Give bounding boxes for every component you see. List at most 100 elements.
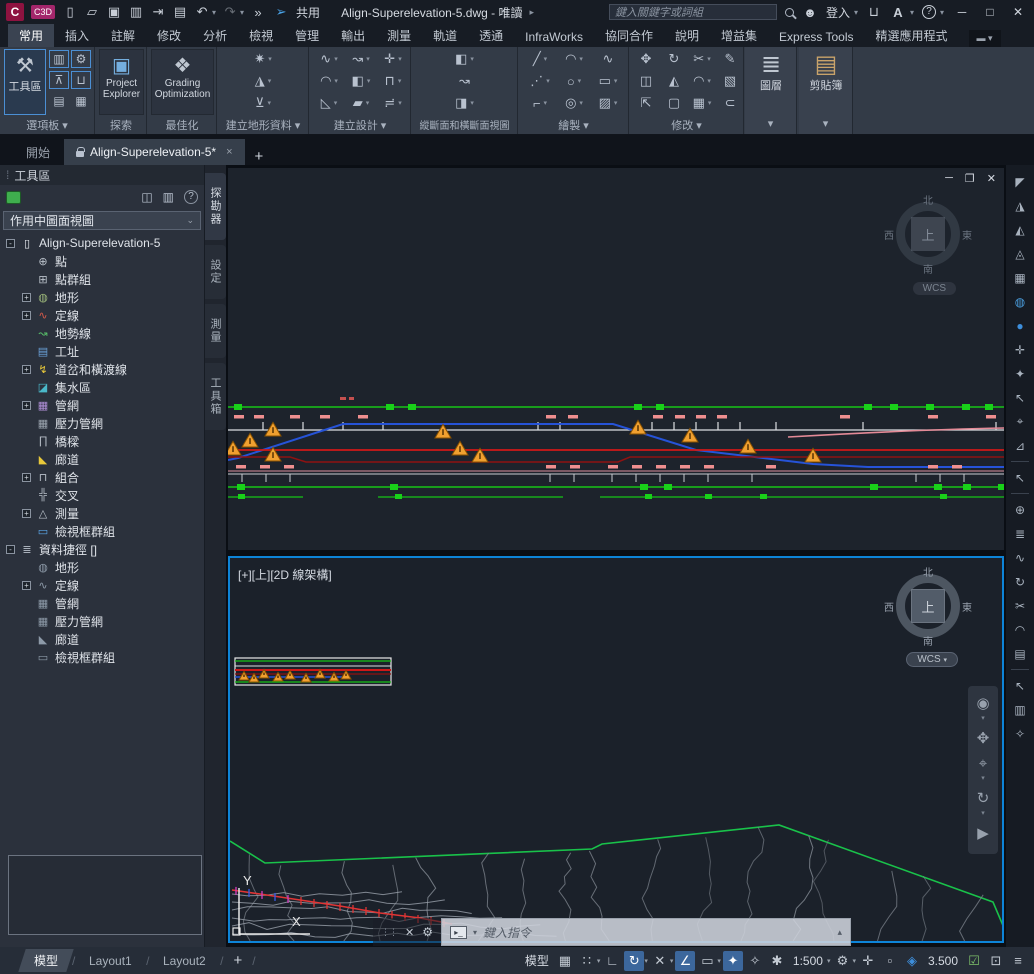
share-icon[interactable]: ➢ — [273, 4, 289, 20]
palettes-tool-icon-5[interactable]: ▦ — [71, 92, 91, 110]
trim-command-icon[interactable]: ✂ — [1009, 595, 1031, 616]
save-as-icon[interactable]: ▥ — [128, 4, 144, 20]
toolspace-button[interactable]: ⚒ 工具區 — [4, 49, 46, 115]
command-close-icon[interactable]: ✕ — [405, 926, 414, 939]
clean-screen-icon[interactable]: ⊡ — [986, 951, 1006, 971]
layers-button[interactable]: ≣ 圖層 — [749, 49, 793, 115]
ribbon-tab-精選應用程式[interactable]: 精選應用程式 — [865, 24, 959, 47]
create-design-tool-2[interactable]: ✛▾ — [377, 48, 409, 70]
draw-tool-2[interactable]: ∿ — [591, 48, 625, 70]
signin-caret-icon[interactable]: ▾ — [854, 8, 858, 17]
ribbon-tab-分析[interactable]: 分析 — [192, 24, 238, 47]
new-layout-button[interactable]: + — [225, 952, 250, 969]
new-file-icon[interactable]: ▯ — [62, 4, 78, 20]
layout-tab-layout1[interactable]: Layout1 — [74, 951, 147, 971]
workspace-switching-icon-caret[interactable]: ▾ — [852, 957, 856, 965]
app-store-cart-icon[interactable]: ⊔ — [866, 4, 882, 20]
search-icon[interactable] — [785, 8, 794, 17]
autodesk-logo-icon[interactable]: A — [890, 5, 906, 20]
toolspace-view-combo[interactable]: 作用中圖面視圖 ⌄ — [3, 211, 201, 230]
vp-restore-icon[interactable]: ❐ — [965, 172, 975, 185]
tree-item-alignments[interactable]: +∿定線 — [0, 306, 204, 324]
palettes-tool-icon-3[interactable]: ⊔ — [71, 71, 91, 89]
tree-item-data-shortcuts[interactable]: -≣資料捷徑 [] — [0, 540, 204, 558]
orbit-icon-caret[interactable]: ▾ — [981, 809, 985, 817]
toolspace-tab-工具箱[interactable]: 工具箱 — [205, 363, 226, 430]
customize-wrench-icon[interactable]: ⚙ — [422, 925, 433, 939]
modify-tool-2[interactable]: ✂▾ — [688, 48, 716, 70]
draw-tool-8[interactable]: ▨▾ — [591, 92, 625, 114]
tree-item-view-frame-groups[interactable]: ▭檢視框群組 — [0, 522, 204, 540]
ribbon-tab-透通[interactable]: 透通 — [468, 24, 514, 47]
viewport-top[interactable]: ─ ❐ ✕ 上 北 南 西 東 WCS — [228, 168, 1004, 550]
create-design-tool-0[interactable]: ∿▾ — [313, 48, 345, 70]
palettes-tool-icon-4[interactable]: ▤ — [49, 92, 69, 110]
new-drawing-tab-button[interactable]: + — [247, 148, 272, 165]
draw-tool-5[interactable]: ▭▾ — [591, 70, 625, 92]
vp-close-icon[interactable]: ✕ — [987, 172, 996, 185]
tree-expander[interactable]: + — [22, 365, 31, 374]
rotate-compass-icon[interactable]: ↻ — [1009, 571, 1031, 592]
save-icon[interactable]: ▣ — [106, 4, 122, 20]
modify-tool-8[interactable]: ⇱ — [632, 92, 660, 114]
palettes-tool-icon-1[interactable]: ⚙ — [71, 50, 91, 68]
ribbon-tab-測量[interactable]: 測量 — [376, 24, 422, 47]
command-input-bar[interactable]: ▸_ ▾ 鍵入指令 ▴ — [441, 918, 851, 946]
file-tab-start[interactable]: 開始 — [14, 139, 62, 165]
model-space-button[interactable]: 模型 — [521, 950, 553, 971]
zoom-extents-icon-caret[interactable]: ▾ — [981, 774, 985, 782]
signin-label[interactable]: 登入 — [826, 4, 850, 21]
panel-label-optimization[interactable]: 最佳化 — [148, 117, 216, 133]
palettes-tool-icon-0[interactable]: ▥ — [49, 50, 69, 68]
redo-icon-caret[interactable]: ▾ — [240, 8, 244, 17]
ribbon-tab-插入[interactable]: 插入 — [54, 24, 100, 47]
full-navigation-wheel-icon[interactable]: ◉ — [976, 696, 989, 712]
panel-label-profile-section[interactable]: 縱斷面和橫斷面視圖 — [412, 117, 517, 133]
elevation-value[interactable]: 3.500 — [924, 952, 962, 970]
modify-tool-1[interactable]: ↻ — [660, 48, 688, 70]
measure-angle-icon[interactable]: ⊿ — [1009, 435, 1031, 456]
tree-item-turnouts-crossovers[interactable]: +↯道岔和橫渡線 — [0, 360, 204, 378]
tree-expander[interactable]: + — [22, 311, 31, 320]
modify-tool-3[interactable]: ✎ — [716, 48, 744, 70]
object-snap-icon-caret[interactable]: ▾ — [717, 957, 721, 965]
tree-item-pipe-networks[interactable]: +▦管網 — [0, 396, 204, 414]
profile-section-tool-1[interactable]: ↝ — [412, 70, 517, 92]
more-commands-icon[interactable]: » — [250, 5, 266, 20]
toolspace-tab-測量[interactable]: 測量 — [205, 304, 226, 358]
help-caret-icon[interactable]: ▾ — [940, 8, 944, 17]
modify-tool-4[interactable]: ◫ — [632, 70, 660, 92]
showmotion-icon[interactable]: ▶ — [977, 826, 989, 842]
azimuth-distance-icon[interactable]: ◬ — [1009, 243, 1031, 264]
tree-item-survey[interactable]: +△測量 — [0, 504, 204, 522]
ortho-mode-icon[interactable]: ∟ — [602, 951, 622, 971]
table-check-icon[interactable]: ▤ — [1009, 643, 1031, 664]
annotation-scale-value[interactable]: 1:500 — [789, 952, 827, 970]
point-flash-icon[interactable]: ✧ — [1009, 723, 1031, 744]
file-tab-document[interactable]: Align-Superelevation-5* × — [64, 139, 245, 165]
panel-label-create-design[interactable]: 建立設計 ▾ — [310, 117, 410, 133]
tree-item-sites[interactable]: ▤工址 — [0, 342, 204, 360]
tree-item-surfaces[interactable]: +◍地形 — [0, 288, 204, 306]
tree-item-ds-view-frame-groups[interactable]: ▭檢視框群組 — [0, 648, 204, 666]
redo-icon[interactable]: ↷ — [222, 4, 238, 20]
create-design-tool-8[interactable]: ≓▾ — [377, 92, 409, 114]
active-drawing-icon[interactable] — [6, 191, 21, 204]
point-star-icon[interactable]: ✦ — [1009, 363, 1031, 384]
ribbon-tab-常用[interactable]: 常用 — [8, 24, 54, 47]
tree-item-catchments[interactable]: ◪集水區 — [0, 378, 204, 396]
panel-label-explore[interactable]: 探索 — [96, 117, 146, 133]
panorama-icon[interactable]: ▥ — [163, 190, 174, 204]
selection-cycling-icon[interactable]: ✛ — [858, 951, 878, 971]
import-icon[interactable]: ⇥ — [150, 4, 166, 20]
open-folder-icon[interactable]: ▱ — [84, 4, 100, 20]
bearing-distance-icon[interactable]: ◭ — [1009, 219, 1031, 240]
panel-label-draw[interactable]: 繪製 ▾ — [519, 117, 628, 133]
ribbon-tab-express-tools[interactable]: Express Tools — [768, 27, 864, 47]
performance-check-icon[interactable]: ☑ — [964, 951, 984, 971]
ribbon-tab-註解[interactable]: 註解 — [100, 24, 146, 47]
profile-station-icon[interactable]: ≣ — [1009, 523, 1031, 544]
create-ground-flyout-0[interactable]: ✷▾ — [218, 48, 308, 70]
tree-item-point-groups[interactable]: ⊞點群組 — [0, 270, 204, 288]
draw-tool-0[interactable]: ╱▾ — [523, 48, 557, 70]
